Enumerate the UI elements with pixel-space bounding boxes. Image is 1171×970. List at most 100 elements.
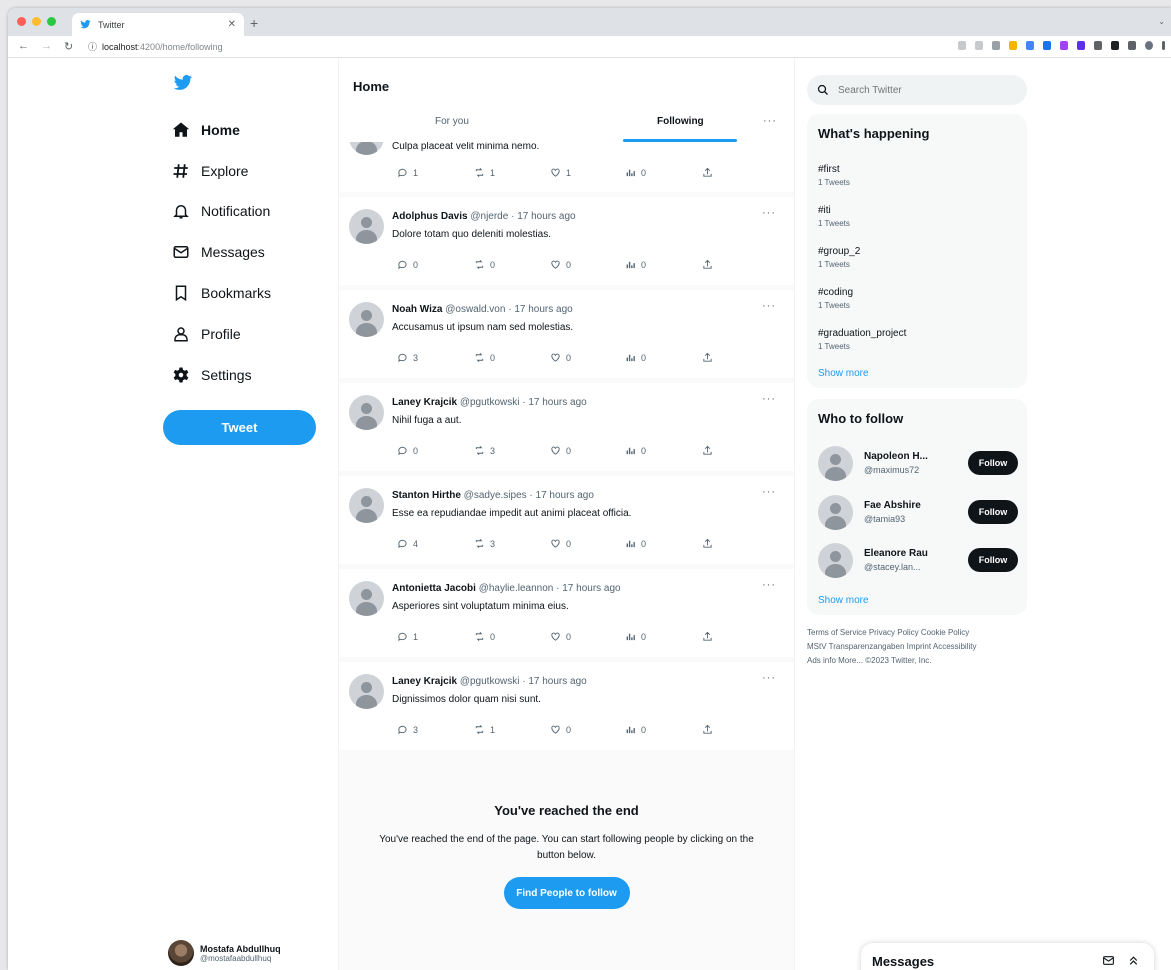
avatar[interactable]	[349, 395, 384, 430]
tweet-more-icon[interactable]: ···	[762, 672, 776, 684]
tweet-author-name[interactable]: Adolphus Davis	[392, 211, 468, 222]
tweet-author-handle[interactable]: @njerde	[470, 211, 508, 222]
profile-avatar-icon[interactable]	[1145, 41, 1153, 50]
show-more-link[interactable]: Show more	[818, 368, 869, 379]
suggestion-name[interactable]: Napoleon H...	[864, 451, 928, 462]
tweet-more-icon[interactable]: ···	[762, 486, 776, 498]
retweet-button[interactable]: 3	[474, 445, 495, 456]
nav-item-profile[interactable]: Profile	[172, 325, 241, 343]
avatar[interactable]	[349, 674, 384, 709]
share-button[interactable]	[702, 631, 713, 642]
retweet-button[interactable]: 0	[474, 259, 495, 270]
share-button[interactable]	[702, 259, 713, 270]
retweet-button[interactable]: 0	[474, 631, 495, 642]
trend-item[interactable]: #iti 1 Tweets	[818, 205, 850, 228]
forward-icon[interactable]: →	[41, 40, 52, 53]
follow-suggestion[interactable]: Eleanore Rau @stacey.lan... Follow	[818, 541, 1018, 581]
tweet[interactable]: Laney Krajcik @pgutkowski · 17 hours ago…	[339, 662, 794, 750]
share-button[interactable]	[702, 352, 713, 363]
nav-item-notification[interactable]: Notification	[172, 202, 270, 220]
find-people-button[interactable]: Find People to follow	[503, 877, 630, 909]
reply-button[interactable]: 1	[397, 167, 418, 178]
tweet[interactable]: Laney Krajcik @pgutkowski · 17 hours ago…	[339, 383, 794, 471]
trend-item[interactable]: #graduation_project 1 Tweets	[818, 328, 906, 351]
like-button[interactable]: 1	[550, 167, 571, 178]
like-button[interactable]: 0	[550, 352, 571, 363]
tweet-more-icon[interactable]: ···	[762, 300, 776, 312]
footer-link[interactable]: MStV Transparenzangaben	[807, 642, 904, 651]
search-input[interactable]	[838, 84, 1008, 96]
camera-icon[interactable]	[992, 41, 1000, 50]
new-message-icon[interactable]	[1102, 954, 1115, 967]
footer-link[interactable]: Accessibility	[933, 642, 977, 651]
nav-item-messages[interactable]: Messages	[172, 243, 265, 261]
tweet[interactable]: Culpa placeat velit minima nemo. 1 1 1 0	[339, 142, 794, 192]
nav-item-bookmarks[interactable]: Bookmarks	[172, 284, 271, 302]
reply-button[interactable]: 3	[397, 724, 418, 735]
nav-item-settings[interactable]: Settings	[172, 366, 252, 384]
avatar[interactable]	[349, 488, 384, 523]
views-button[interactable]: 0	[625, 167, 646, 178]
views-button[interactable]: 0	[625, 352, 646, 363]
tweet[interactable]: Stanton Hirthe @sadye.sipes · 17 hours a…	[339, 476, 794, 564]
back-icon[interactable]: ←	[18, 40, 29, 53]
trend-item[interactable]: #coding 1 Tweets	[818, 287, 853, 310]
browser-menu-icon[interactable]	[1162, 41, 1165, 50]
follow-button[interactable]: Follow	[968, 500, 1018, 524]
share-button[interactable]	[702, 445, 713, 456]
tweet-author-name[interactable]: Noah Wiza	[392, 304, 442, 315]
search-box[interactable]	[807, 75, 1027, 105]
retweet-button[interactable]: 0	[474, 352, 495, 363]
views-button[interactable]: 0	[625, 259, 646, 270]
share-icon[interactable]	[958, 41, 966, 50]
avatar[interactable]	[349, 302, 384, 337]
messages-dock[interactable]: Messages	[861, 943, 1154, 970]
twitter-logo-icon[interactable]	[172, 73, 194, 93]
tweet-more-icon[interactable]: ···	[762, 207, 776, 219]
like-button[interactable]: 0	[550, 259, 571, 270]
reply-button[interactable]: 1	[397, 631, 418, 642]
views-button[interactable]: 0	[625, 445, 646, 456]
suggestion-name[interactable]: Fae Abshire	[864, 500, 921, 511]
like-button[interactable]: 0	[550, 538, 571, 549]
reply-button[interactable]: 4	[397, 538, 418, 549]
sidepanel-icon[interactable]	[1128, 41, 1136, 50]
tweet-more-icon[interactable]: ···	[762, 579, 776, 591]
avatar[interactable]	[349, 581, 384, 616]
avatar[interactable]	[349, 209, 384, 244]
url-field[interactable]: ⓘ localhost:4200/home/following	[88, 40, 223, 53]
like-button[interactable]: 0	[550, 445, 571, 456]
avatar[interactable]	[818, 495, 853, 530]
tweet-more-icon[interactable]: ···	[762, 393, 776, 405]
footer-link[interactable]: Terms of Service	[807, 628, 867, 637]
trend-item[interactable]: #group_2 1 Tweets	[818, 246, 860, 269]
avatar[interactable]	[818, 543, 853, 578]
close-window-button[interactable]	[17, 17, 26, 26]
footer-link[interactable]: Cookie Policy	[921, 628, 969, 637]
tweet-author-handle[interactable]: @sadye.sipes	[464, 490, 527, 501]
tweet-author-handle[interactable]: @pgutkowski	[460, 397, 520, 408]
show-more-link[interactable]: Show more	[818, 595, 869, 606]
tweet[interactable]: Noah Wiza @oswald.von · 17 hours ago Acc…	[339, 290, 794, 378]
follow-suggestion[interactable]: Fae Abshire @tamia93 Follow	[818, 493, 1018, 533]
tweet[interactable]: Adolphus Davis @njerde · 17 hours ago Do…	[339, 197, 794, 285]
suggestion-name[interactable]: Eleanore Rau	[864, 548, 928, 559]
tweet-button[interactable]: Tweet	[163, 410, 316, 445]
views-button[interactable]: 0	[625, 538, 646, 549]
tweet-author-name[interactable]: Laney Krajcik	[392, 397, 457, 408]
tweet-author-handle[interactable]: @oswald.von	[445, 304, 505, 315]
reply-button[interactable]: 0	[397, 445, 418, 456]
extension-icon[interactable]	[1043, 41, 1051, 50]
footer-link[interactable]: Imprint	[907, 642, 931, 651]
footer-link[interactable]: More...	[838, 656, 863, 665]
retweet-button[interactable]: 1	[474, 724, 495, 735]
views-button[interactable]: 0	[625, 631, 646, 642]
follow-button[interactable]: Follow	[968, 548, 1018, 572]
retweet-button[interactable]: 3	[474, 538, 495, 549]
trend-item[interactable]: #first 1 Tweets	[818, 164, 850, 187]
extension-icon[interactable]	[1026, 41, 1034, 50]
like-button[interactable]: 0	[550, 724, 571, 735]
tab-for-you[interactable]: For you	[435, 116, 469, 127]
reply-button[interactable]: 3	[397, 352, 418, 363]
tab-following[interactable]: Following	[657, 116, 704, 127]
